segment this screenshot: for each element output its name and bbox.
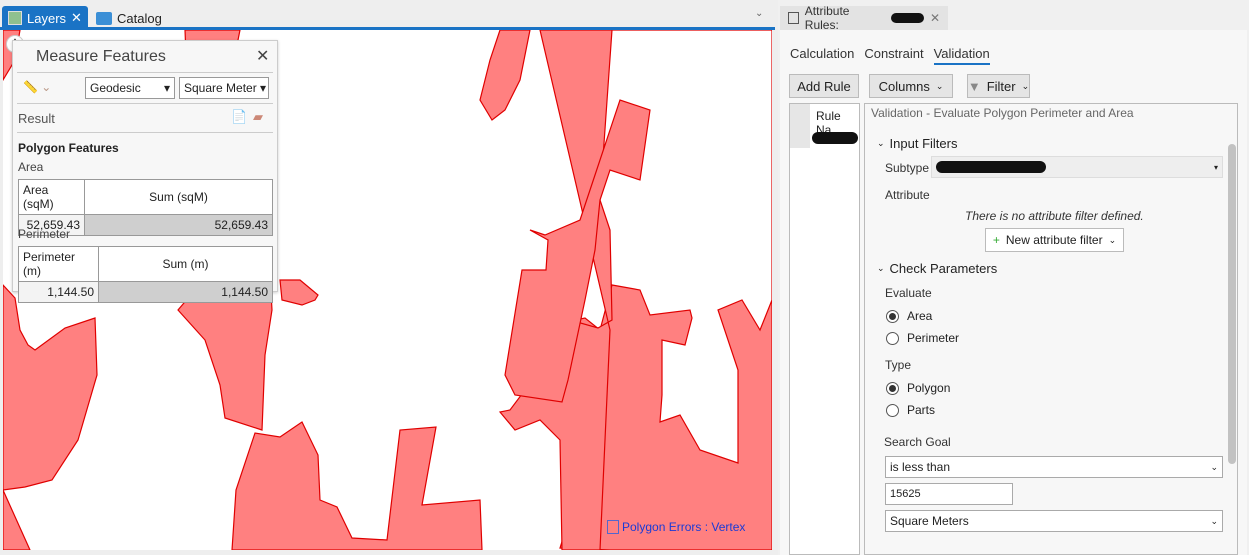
polygon-feature	[279, 279, 319, 306]
rules-grid: Rule Na	[789, 103, 860, 555]
close-icon[interactable]: ✕	[256, 46, 269, 66]
columns-button[interactable]: Columns ⌄	[869, 74, 953, 98]
rule-type-tabs: Calculation Constraint Validation	[790, 46, 990, 65]
evaluate-label: Evaluate	[885, 286, 932, 300]
area-label: Area	[18, 160, 44, 174]
type-label: Type	[885, 358, 912, 372]
perimeter-value: 1,144.50	[18, 281, 99, 303]
unit-select[interactable]: Square Meter ▾	[179, 77, 269, 99]
legend-label: Polygon Errors : Vertex	[622, 520, 746, 534]
radio-parts[interactable]: Parts	[886, 403, 935, 417]
polygon-feature	[3, 489, 31, 550]
tab-validation[interactable]: Validation	[933, 46, 990, 65]
tab-calculation[interactable]: Calculation	[790, 46, 854, 65]
rules-icon	[788, 12, 799, 24]
filter-button[interactable]: ▼ Filter ⌄	[967, 74, 1030, 98]
rule-details: Validation - Evaluate Polygon Perimeter …	[864, 103, 1238, 555]
close-icon[interactable]: ✕	[930, 11, 940, 25]
vertical-scrollbar[interactable]	[1226, 104, 1238, 554]
measure-features-panel: Measure Features ✕ 📏 ⌄ Geodesic ▾ Square …	[12, 40, 278, 303]
catalog-icon	[96, 11, 112, 25]
map-icon	[8, 11, 22, 25]
rule-title: Validation - Evaluate Polygon Perimeter …	[871, 106, 1134, 120]
column-header: Sum (m)	[98, 246, 273, 282]
panel-title: Measure Features	[36, 48, 166, 65]
redacted-rule-name	[812, 132, 858, 144]
area-sum: 52,659.43	[84, 214, 273, 236]
attribute-rules-pane: Attribute Rules: ✕ Calculation Constrain…	[778, 0, 1249, 555]
radio-polygon[interactable]: Polygon	[886, 381, 950, 395]
units-select[interactable]: Square Meters ⌄	[885, 510, 1223, 532]
new-attribute-filter-button[interactable]: + New attribute filter ⌄	[985, 228, 1124, 252]
copy-icon[interactable]: 📄	[231, 109, 247, 125]
map-legend: Polygon Errors : Vertex	[607, 520, 745, 534]
search-goal-select[interactable]: is less than ⌄	[885, 456, 1223, 478]
perimeter-table: Perimeter (m) Sum (m) 1,144.50 1,144.50	[18, 246, 273, 303]
column-header: Area (sqM)	[18, 179, 85, 215]
measure-tool-icon[interactable]: 📏 ⌄	[23, 80, 51, 94]
no-filter-message: There is no attribute filter defined.	[965, 209, 1144, 223]
polygon-legend-icon	[607, 520, 619, 534]
tab-label: Catalog	[117, 10, 162, 26]
filter-icon: ▼	[967, 78, 981, 94]
subtype-label: Subtype	[885, 161, 930, 175]
chevron-down-icon[interactable]: ⌄	[755, 8, 763, 19]
tab-constraint[interactable]: Constraint	[864, 46, 923, 65]
redacted-name	[890, 13, 924, 23]
close-icon[interactable]: ✕	[71, 10, 82, 26]
radio-perimeter[interactable]: Perimeter	[886, 331, 959, 345]
polygon-feature	[231, 421, 483, 550]
map-tab-bar: Layers ✕ Catalog ⌄	[0, 0, 775, 30]
perimeter-label: Perimeter	[18, 227, 71, 241]
subtype-select[interactable]: ▾	[931, 156, 1223, 178]
polygon-feature	[479, 30, 531, 121]
tab-catalog[interactable]: Catalog	[90, 6, 168, 30]
input-filters-header[interactable]: ⌄ Input Filters	[877, 136, 957, 151]
section-title: Polygon Features	[18, 141, 119, 155]
eraser-icon[interactable]: ▰	[253, 109, 263, 125]
column-header: Perimeter (m)	[18, 246, 99, 282]
redacted-subtype	[936, 161, 1046, 173]
radio-area[interactable]: Area	[886, 309, 932, 323]
attribute-label: Attribute	[885, 188, 930, 202]
tab-layers[interactable]: Layers ✕	[2, 6, 88, 30]
tab-attribute-rules[interactable]: Attribute Rules: ✕	[780, 4, 948, 32]
add-rule-button[interactable]: Add Rule	[789, 74, 859, 98]
result-label: Result	[18, 111, 55, 126]
polygon-feature	[3, 284, 98, 491]
threshold-input[interactable]: 15625	[885, 483, 1013, 505]
check-parameters-header[interactable]: ⌄ Check Parameters	[877, 261, 997, 276]
perimeter-sum: 1,144.50	[98, 281, 273, 303]
method-select[interactable]: Geodesic ▾	[85, 77, 175, 99]
search-goal-label: Search Goal	[884, 435, 951, 449]
tab-label: Attribute Rules:	[804, 4, 850, 32]
tab-label: Layers	[27, 10, 67, 26]
column-header: Sum (sqM)	[84, 179, 273, 215]
rule-row[interactable]	[812, 128, 860, 148]
